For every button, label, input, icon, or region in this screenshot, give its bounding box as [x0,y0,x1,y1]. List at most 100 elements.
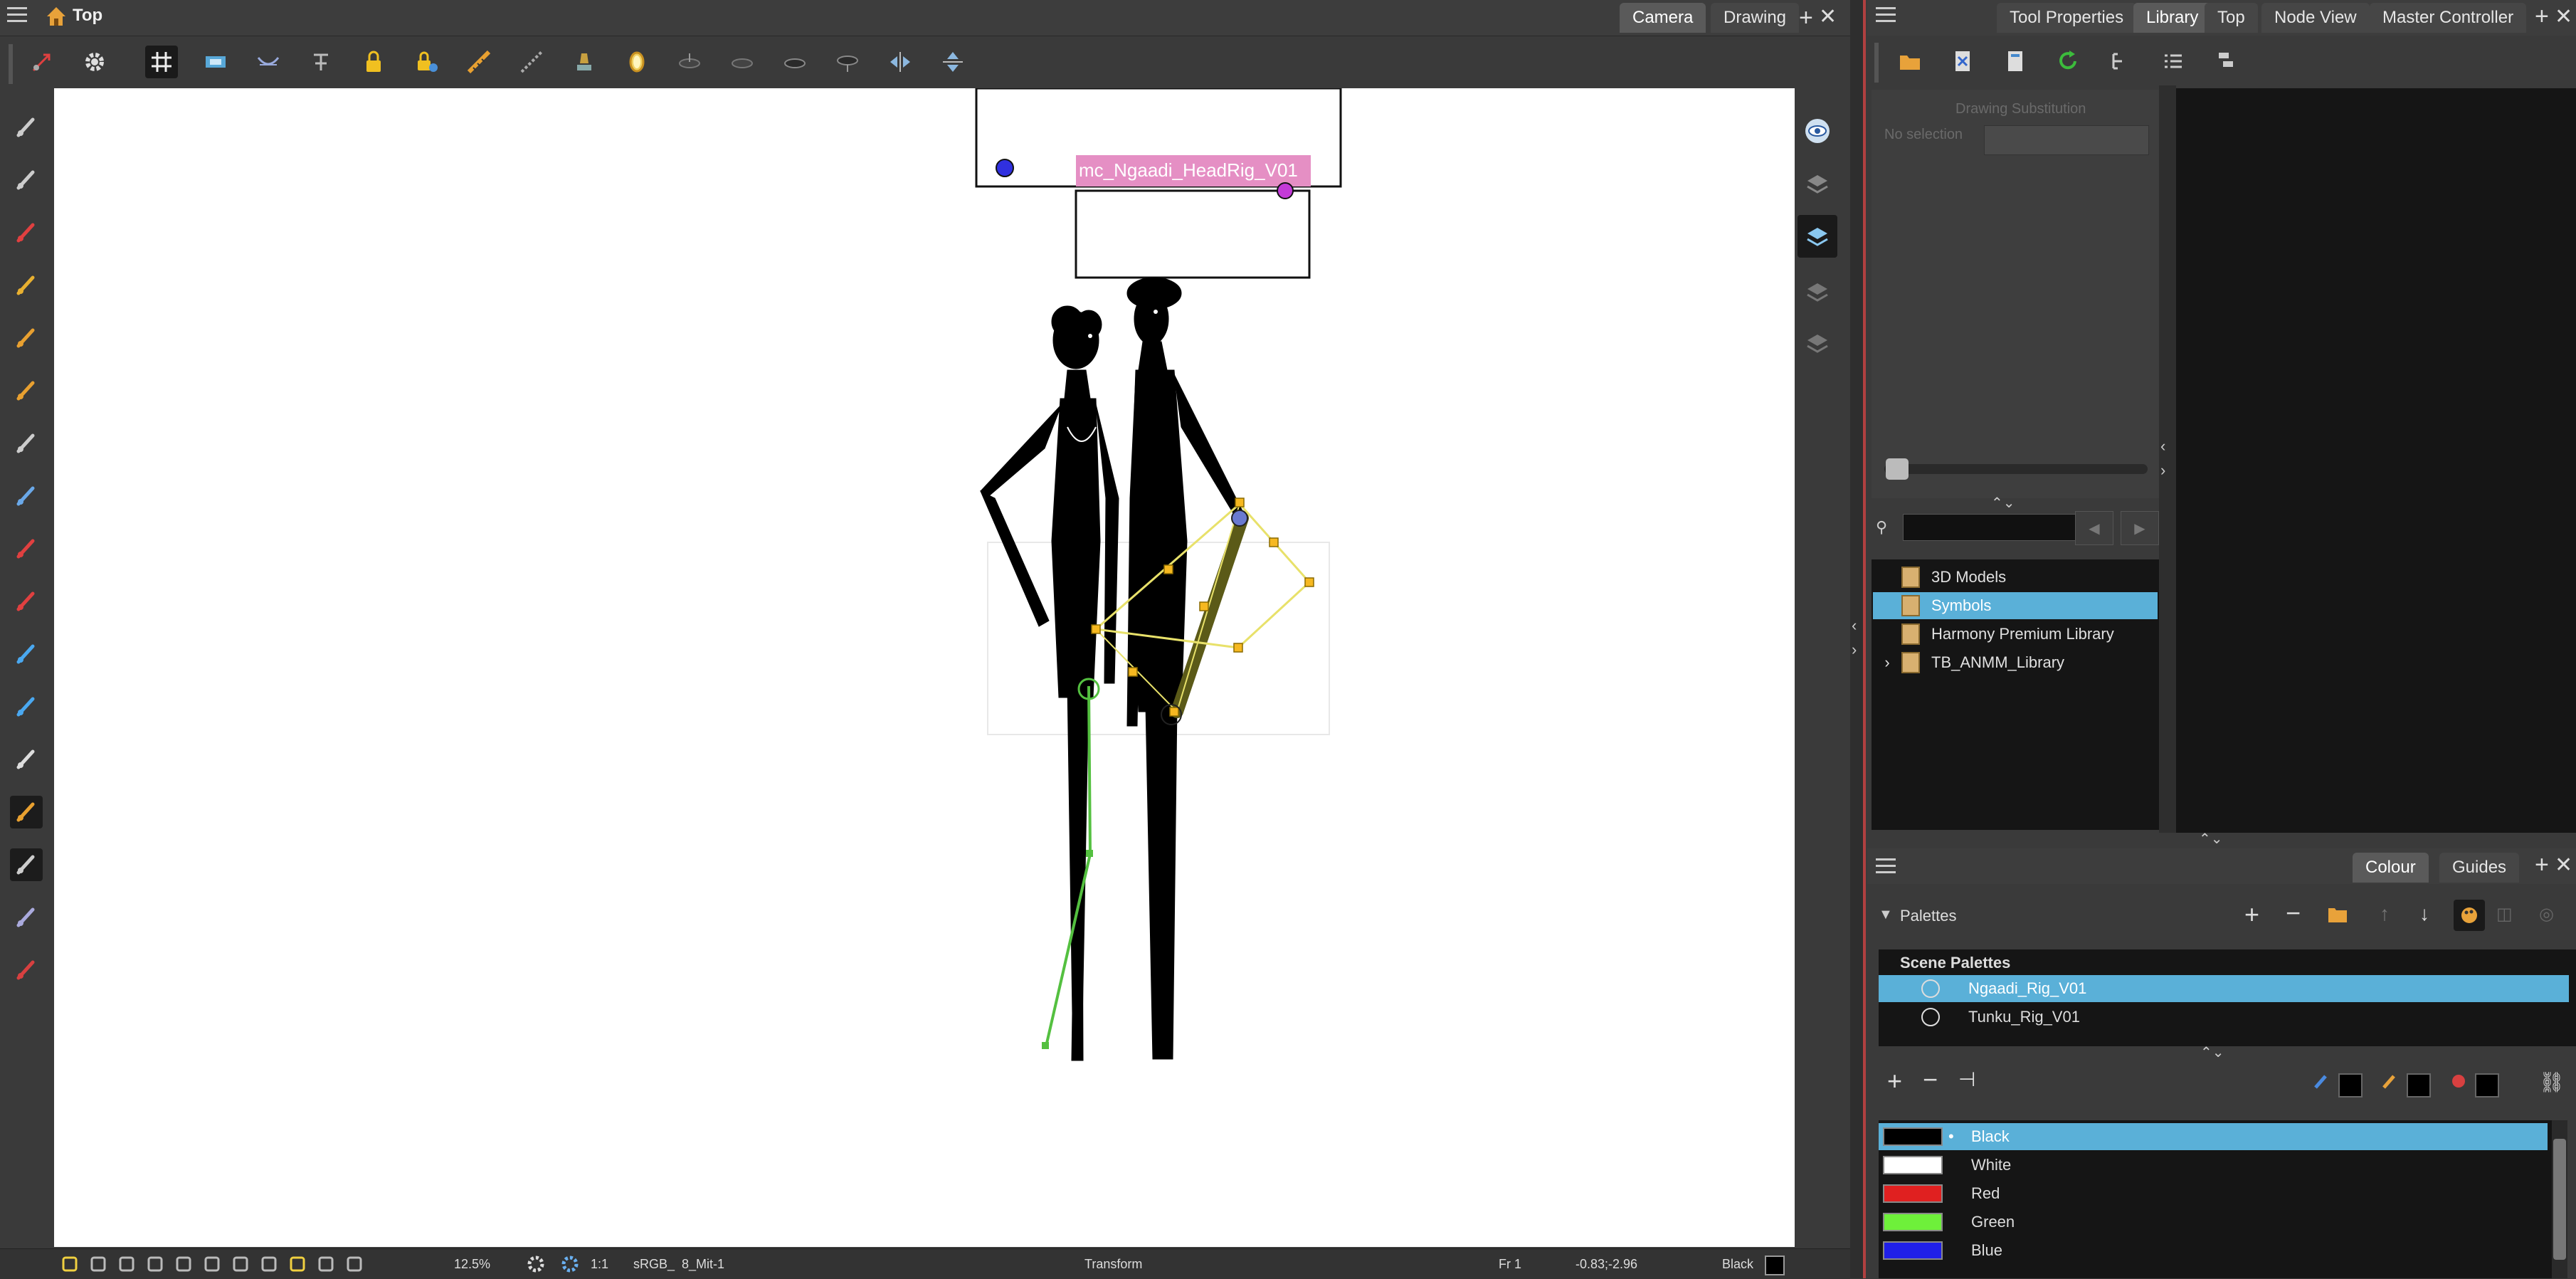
open-library-icon[interactable] [1894,46,1926,77]
drawing-substitution-field[interactable] [1984,125,2149,155]
colour-row[interactable]: Green [1879,1209,2548,1236]
tab-library[interactable]: Library [2133,3,2212,33]
colour-row[interactable]: • Black [1879,1123,2548,1150]
rigging-icon[interactable] [10,796,43,828]
paint-icon[interactable] [10,532,43,565]
colour-row[interactable]: White [1879,1152,2548,1179]
stamp-icon[interactable] [568,46,601,78]
layer-d-icon[interactable] [831,46,864,78]
drawing-canvas[interactable]: mc_Ngaadi_HeadRig_V01 [54,88,1795,1247]
palette-list-collapse-icon[interactable]: ⌃⌄ [2200,1043,2224,1061]
colour-row[interactable]: Blue [1879,1237,2548,1264]
colour-pin-icon[interactable]: ⊣ [1958,1068,1975,1091]
tab-top[interactable]: Top [2205,3,2258,33]
add-palette-icon[interactable]: + [2244,900,2259,930]
library-item[interactable]: 3D Models [1873,564,2158,591]
perspective-icon[interactable] [515,46,548,78]
brush-colour-swatch[interactable] [2338,1073,2363,1098]
close-library-icon[interactable] [1947,46,1978,77]
palette-check-icon[interactable] [1921,1008,1940,1026]
palette-check-icon[interactable] [1921,979,1940,998]
palette-folder-icon[interactable] [2327,905,2348,927]
rectangle-icon[interactable] [10,480,43,512]
layer-stack-3-icon[interactable] [1802,327,1833,359]
layer-stack-active-icon[interactable] [1798,215,1837,258]
mark-icon[interactable] [316,1254,336,1274]
pencil-colour-swatch[interactable] [2407,1073,2431,1098]
grid-icon[interactable] [145,46,178,78]
gear-icon[interactable] [78,46,111,78]
palette-gray-icon[interactable]: ◫ [2496,904,2513,925]
palette-up-icon[interactable]: ↑ [2380,902,2390,925]
add-colour-panel-icon[interactable]: + [2535,851,2549,879]
pencil-colour-icon[interactable] [2381,1072,2400,1094]
palette-gray-icon-2[interactable]: ◎ [2539,904,2554,925]
library-item[interactable]: Harmony Premium Library [1873,621,2158,648]
tab-camera[interactable]: Camera [1620,3,1706,33]
ink-pot-icon[interactable] [10,954,43,986]
camera-mask-icon[interactable] [117,1254,137,1274]
layer-stack-2-icon[interactable] [1802,276,1833,307]
cutter-icon[interactable] [10,901,43,934]
colour-swatch[interactable] [1883,1156,1943,1174]
palette-down-icon[interactable]: ↓ [2419,902,2429,925]
search-prev-button[interactable]: ◀ [2075,511,2113,545]
splitter-arrow-right-icon[interactable]: › [1852,641,1857,659]
colour-swatch[interactable] [1883,1241,1943,1260]
library-splitter[interactable] [2159,85,2176,833]
pixel-ratio[interactable]: 1:1 [591,1251,608,1277]
paint-colour-swatch[interactable] [2475,1073,2499,1098]
eye-icon[interactable] [1802,115,1833,147]
reset-view-icon[interactable] [26,46,58,78]
crop-icon[interactable] [231,1254,250,1274]
layer-c-icon[interactable] [778,46,811,78]
lightbulb-icon[interactable] [60,1254,80,1274]
close-panel-icon[interactable]: ✕ [2555,4,2572,29]
onion-skin-icon[interactable] [252,46,285,78]
close-colour-panel-icon[interactable]: ✕ [2555,853,2572,878]
onion-icon[interactable] [88,1254,108,1274]
colour-swatch[interactable] [1883,1127,1943,1146]
colour-row[interactable]: Red [1879,1180,2548,1207]
contour-editor-icon[interactable] [10,164,43,196]
lock-all-icon[interactable] [410,46,443,78]
layer-b-icon[interactable] [726,46,759,78]
flash-icon[interactable] [287,1254,307,1274]
remove-colour-icon[interactable]: − [1923,1065,1938,1095]
palettes-expand-icon[interactable]: ▼ [1879,907,1893,923]
splitter-arrow-icon[interactable]: ‹ [2160,437,2165,456]
mirror-icon[interactable] [621,46,653,78]
toolbar-grip[interactable] [9,44,13,84]
library-item[interactable]: › TB_ANMM_Library [1873,649,2158,676]
ruler-icon[interactable] [463,46,495,78]
splitter-arrow-left-icon[interactable]: ‹ [1852,616,1857,635]
safe-area-icon[interactable] [174,1254,194,1274]
history-icon[interactable] [344,1254,364,1274]
turnaround-icon[interactable] [305,46,337,78]
brush-colour-icon[interactable] [2313,1072,2331,1094]
palette-row[interactable]: Tunku_Rig_V01 [1879,1004,2569,1031]
dropper-icon[interactable] [10,585,43,618]
view-menu-icon[interactable] [7,7,27,23]
list-view-icon[interactable] [2158,46,2189,77]
new-folder-icon[interactable] [2000,46,2031,77]
brush-icon[interactable] [10,216,43,249]
tab-drawing[interactable]: Drawing [1711,3,1800,33]
library-item[interactable]: Symbols [1873,592,2158,619]
link-icon[interactable]: ⛓ [2539,1070,2565,1094]
pivot-icon[interactable] [10,638,43,670]
add-colour-icon[interactable]: + [1887,1066,1902,1096]
colour-swatch[interactable] [1883,1213,1943,1231]
pencil-mask-icon[interactable] [202,1254,222,1274]
details-view-icon[interactable] [2210,46,2242,77]
stamp-icon[interactable] [10,322,43,354]
library-content[interactable] [2176,88,2576,833]
tab-colour[interactable]: Colour [2353,853,2429,883]
splitter-arrow-icon-2[interactable]: › [2160,461,2165,480]
colour-swatch[interactable] [1883,1184,1943,1203]
select-icon[interactable] [10,111,43,144]
substitution-slider-handle[interactable] [1886,458,1909,480]
layer-a-icon[interactable] [673,46,706,78]
zoom-level[interactable]: 12.5% [454,1251,490,1277]
gear-blue-icon[interactable] [559,1251,581,1277]
